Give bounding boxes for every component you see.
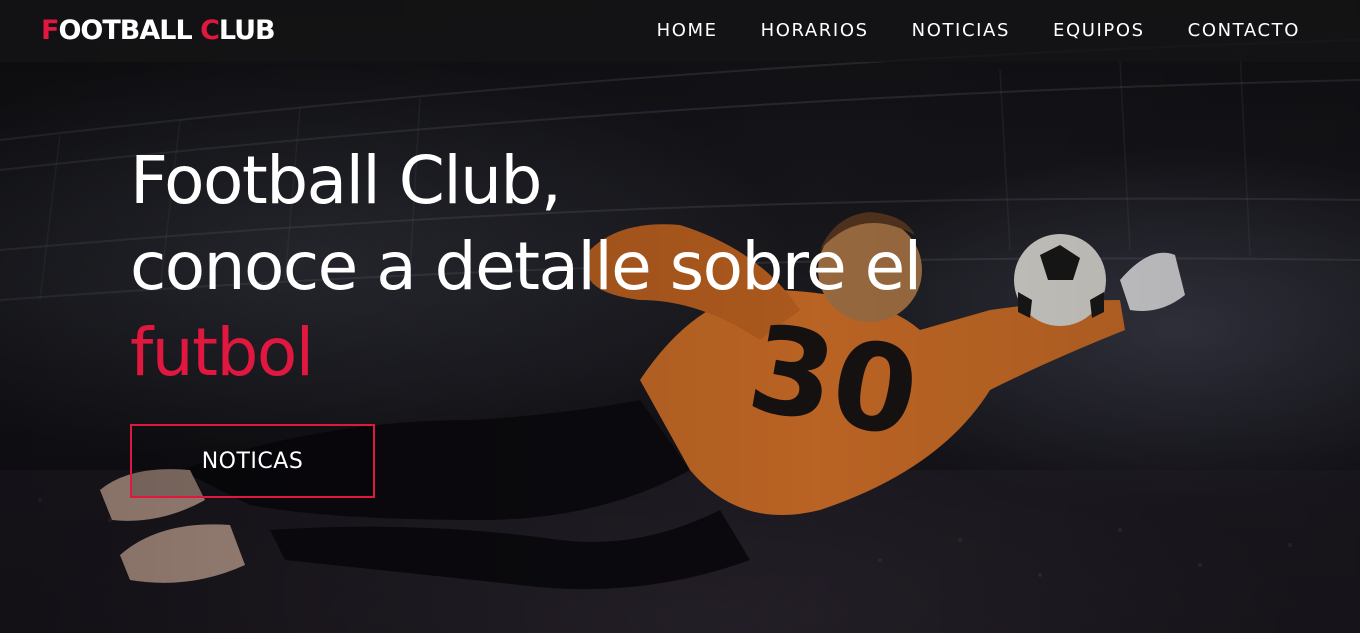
hero-headline-accent: futbol [130,314,314,391]
nav-link-home[interactable]: HOME [657,19,718,43]
nav-link-noticias[interactable]: NOTICIAS [912,19,1010,43]
nav-link-contacto[interactable]: CONTACTO [1188,19,1300,43]
hero-headline: Football Club, conoce a detalle sobre el… [130,138,922,396]
logo-letter-f: F [41,15,59,46]
noticias-button[interactable]: NOTICAS [130,424,375,498]
site-logo[interactable]: FOOTBALL CLUB [41,15,276,47]
nav-link-equipos[interactable]: EQUIPOS [1053,19,1145,43]
logo-letter-c: C [200,15,220,46]
nav-link-horarios[interactable]: HORARIOS [761,19,869,43]
logo-text-ootball: OOTBALL [58,15,201,46]
hero-headline-line-1: Football Club, [130,142,562,219]
hero-headline-line-2: conoce a detalle sobre el [130,228,922,305]
main-navigation: HOME HORARIOS NOTICIAS EQUIPOS CONTACTO [657,19,1300,43]
navbar: FOOTBALL CLUB HOME HORARIOS NOTICIAS EQU… [0,0,1360,62]
logo-text-lub: LUB [218,15,276,46]
